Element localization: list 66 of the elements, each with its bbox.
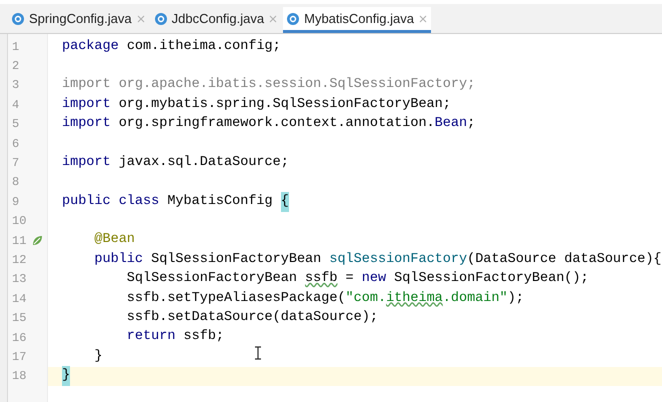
line-number: 5 — [12, 116, 20, 134]
line-number: 4 — [12, 96, 20, 114]
tab-label: JdbcConfig.java — [172, 10, 264, 28]
code-token: .domain" — [442, 290, 508, 308]
text-cursor-icon — [254, 346, 262, 360]
code-token: sqlSessionFactory — [329, 250, 468, 269]
code-token: SqlSessionFactoryBean — [126, 270, 298, 288]
line-number: 16 — [12, 330, 26, 347]
line-number: 6 — [12, 136, 20, 153]
code-token: import org.apache.ibatis.session.SqlSessionFactory; — [62, 76, 476, 94]
line-number: 7 — [12, 155, 20, 172]
code-token: { — [280, 192, 289, 212]
line-number: 3 — [12, 77, 20, 94]
code-token: org.mybatis.spring.SqlSessionFactoryBean; — [118, 96, 451, 114]
close-icon[interactable] — [136, 14, 145, 22]
editor-tab[interactable]: MybatisConfig.java — [283, 7, 431, 33]
tab-label: MybatisConfig.java — [304, 10, 414, 28]
code-token: package — [62, 38, 119, 56]
bean-icon[interactable] — [31, 234, 43, 247]
code-token: ); — [508, 290, 524, 308]
close-icon[interactable] — [418, 14, 427, 22]
close-icon[interactable] — [269, 14, 278, 22]
code-token: = — [344, 270, 355, 288]
line-number: 12 — [12, 252, 26, 269]
line-number: 10 — [12, 213, 26, 230]
code-token: (DataSource dataSource){ — [467, 250, 662, 269]
class-file-icon — [154, 12, 167, 24]
code-token: return — [126, 328, 176, 346]
code-token: "com. — [346, 290, 386, 308]
line-number: 15 — [12, 310, 26, 328]
code-token: itheima — [386, 290, 443, 308]
line-number: 11 — [12, 232, 26, 250]
code-token: ssfb.setDataSource(dataSource); — [126, 309, 378, 328]
editor-tab[interactable]: SpringConfig.java — [8, 7, 149, 33]
code-token: SqlSessionFactoryBean(); — [393, 270, 589, 288]
code-token: public — [93, 250, 144, 269]
line-number: 14 — [12, 290, 26, 308]
code-token: new — [362, 270, 386, 288]
code-token: public class — [62, 192, 160, 211]
code-token: ; — [467, 115, 476, 134]
code-token: ssfb.setTypeAliasesPackage( — [126, 290, 346, 308]
line-number: 18 — [12, 368, 26, 386]
editor-tab[interactable]: JdbcConfig.java — [150, 7, 282, 33]
line-number: 1 — [12, 38, 20, 56]
code-token: ssfb; — [182, 328, 224, 346]
code-token: SqlSessionFactoryBean — [150, 250, 322, 269]
line-number: 2 — [12, 58, 20, 76]
code-token: import — [62, 154, 111, 172]
code-token: import — [62, 96, 111, 114]
code-token: } — [93, 348, 103, 366]
line-number: 9 — [12, 194, 20, 211]
code-token: com.itheima.config; — [126, 38, 281, 56]
code-token: Bean — [434, 115, 468, 134]
code-token: MybatisConfig — [166, 192, 274, 211]
line-number: 8 — [12, 174, 20, 192]
line-number: 17 — [12, 348, 26, 366]
line-number: 13 — [12, 271, 26, 288]
code-token: javax.sql.DataSource; — [118, 154, 289, 172]
code-token: import — [62, 115, 111, 134]
tab-label: SpringConfig.java — [29, 10, 132, 28]
code-token: } — [62, 366, 70, 386]
code-token: org.springframework.context.annotation. — [118, 115, 435, 134]
code-token: ssfb — [305, 270, 338, 288]
code-token: @Bean — [93, 231, 135, 250]
class-file-icon — [287, 12, 300, 24]
class-file-icon — [12, 12, 24, 24]
